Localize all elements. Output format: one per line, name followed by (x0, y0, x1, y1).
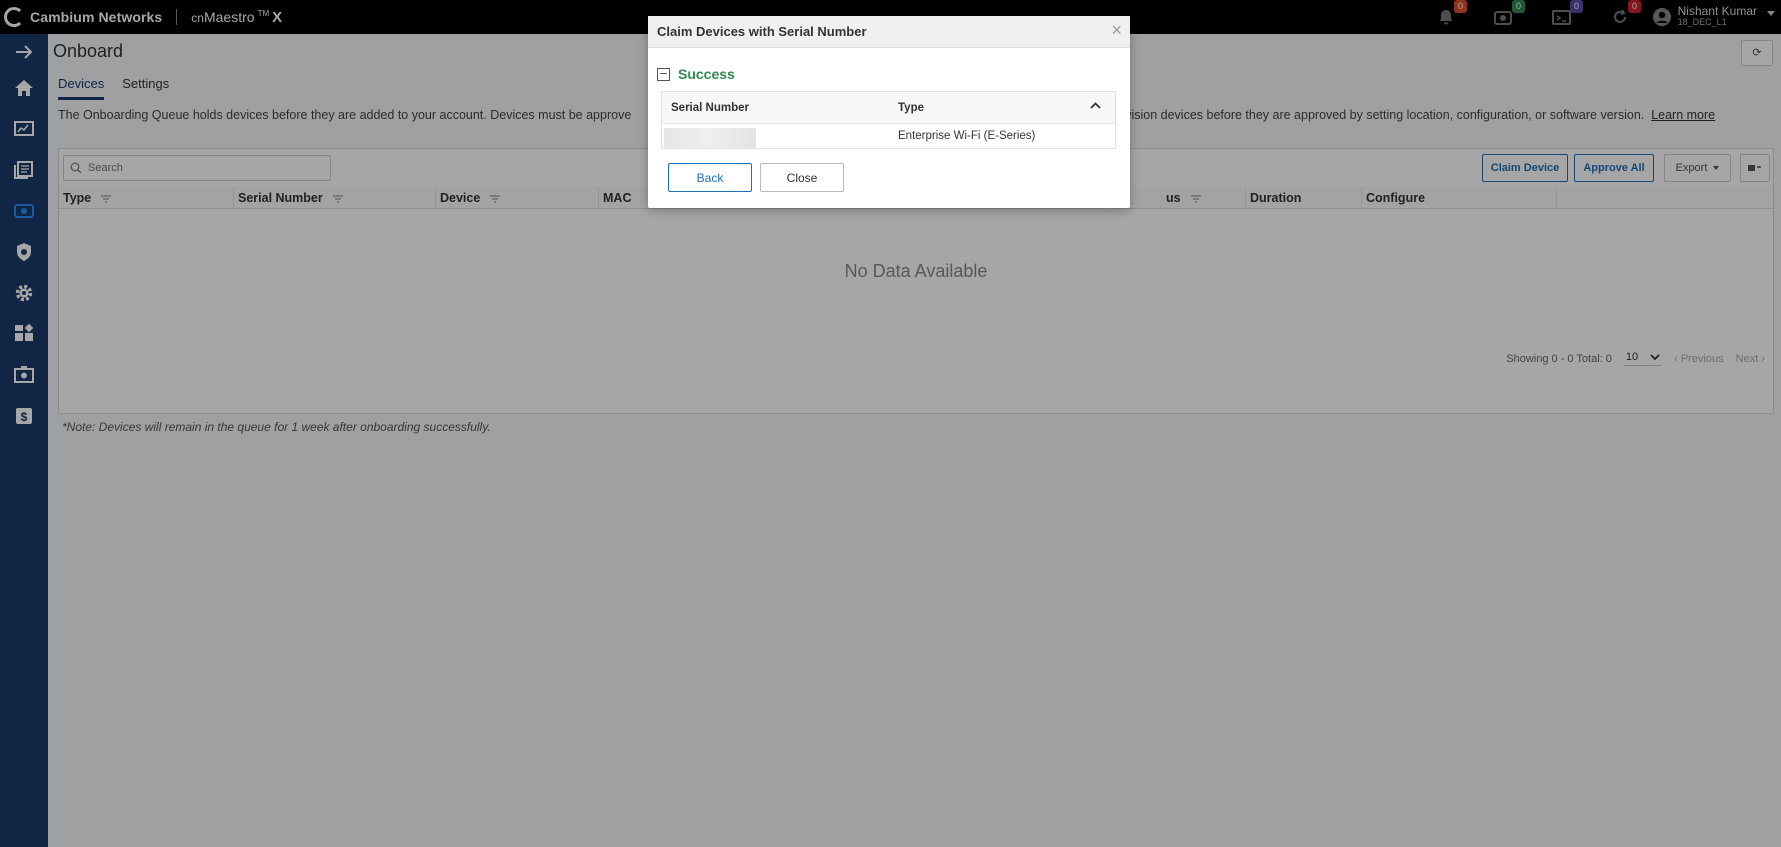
success-section-toggle[interactable]: Success (657, 66, 735, 82)
column-header-serial-number: Serial Number (671, 102, 749, 114)
claimed-table-header: Serial Number Type (662, 92, 1115, 124)
chevron-up-icon[interactable] (1090, 102, 1101, 109)
modal-header: Claim Devices with Serial Number (648, 16, 1130, 48)
back-button[interactable]: Back (668, 163, 752, 192)
modal-title: Claim Devices with Serial Number (657, 24, 867, 39)
device-type-cell: Enterprise Wi-Fi (E-Series) (898, 130, 1036, 142)
claimed-devices-table: Serial Number Type Enterprise Wi-Fi (E-S… (661, 91, 1116, 149)
close-button[interactable]: Close (760, 163, 844, 192)
serial-number-redacted (664, 128, 756, 148)
table-row: Enterprise Wi-Fi (E-Series) (662, 124, 1115, 148)
claim-devices-modal: Claim Devices with Serial Number × Succe… (648, 16, 1130, 208)
success-label: Success (678, 66, 735, 82)
close-icon[interactable]: × (1111, 20, 1122, 41)
collapse-icon (657, 67, 670, 81)
column-header-type: Type (898, 102, 924, 114)
